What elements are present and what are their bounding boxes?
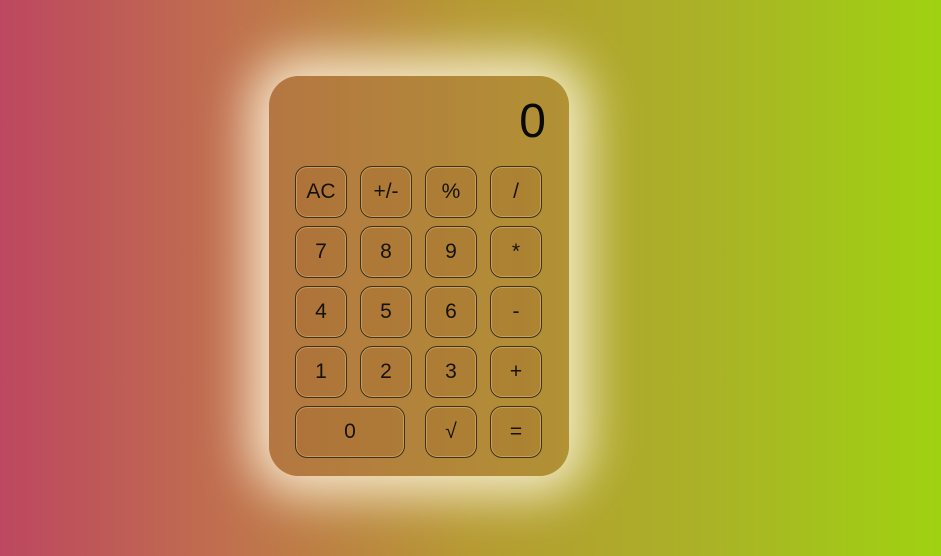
digit-9-button[interactable]: 9 <box>425 226 477 278</box>
add-button[interactable]: + <box>490 346 542 398</box>
digit-3-button[interactable]: 3 <box>425 346 477 398</box>
percent-button[interactable]: % <box>425 166 477 218</box>
negate-button[interactable]: +/- <box>360 166 412 218</box>
digit-5-button[interactable]: 5 <box>360 286 412 338</box>
digit-7-button[interactable]: 7 <box>295 226 347 278</box>
multiply-button[interactable]: * <box>490 226 542 278</box>
digit-4-button[interactable]: 4 <box>295 286 347 338</box>
clear-button[interactable]: AC <box>295 166 347 218</box>
calculator-display: 0 <box>519 95 546 148</box>
divide-button[interactable]: / <box>490 166 542 218</box>
subtract-button[interactable]: - <box>490 286 542 338</box>
digit-1-button[interactable]: 1 <box>295 346 347 398</box>
digit-6-button[interactable]: 6 <box>425 286 477 338</box>
calculator-body: 0 AC +/- % / 7 8 9 * 4 5 6 - 1 2 3 + 0 √… <box>269 76 569 476</box>
digit-8-button[interactable]: 8 <box>360 226 412 278</box>
digit-2-button[interactable]: 2 <box>360 346 412 398</box>
equals-button[interactable]: = <box>490 406 542 458</box>
digit-0-button[interactable]: 0 <box>295 406 405 458</box>
square-root-button[interactable]: √ <box>425 406 477 458</box>
